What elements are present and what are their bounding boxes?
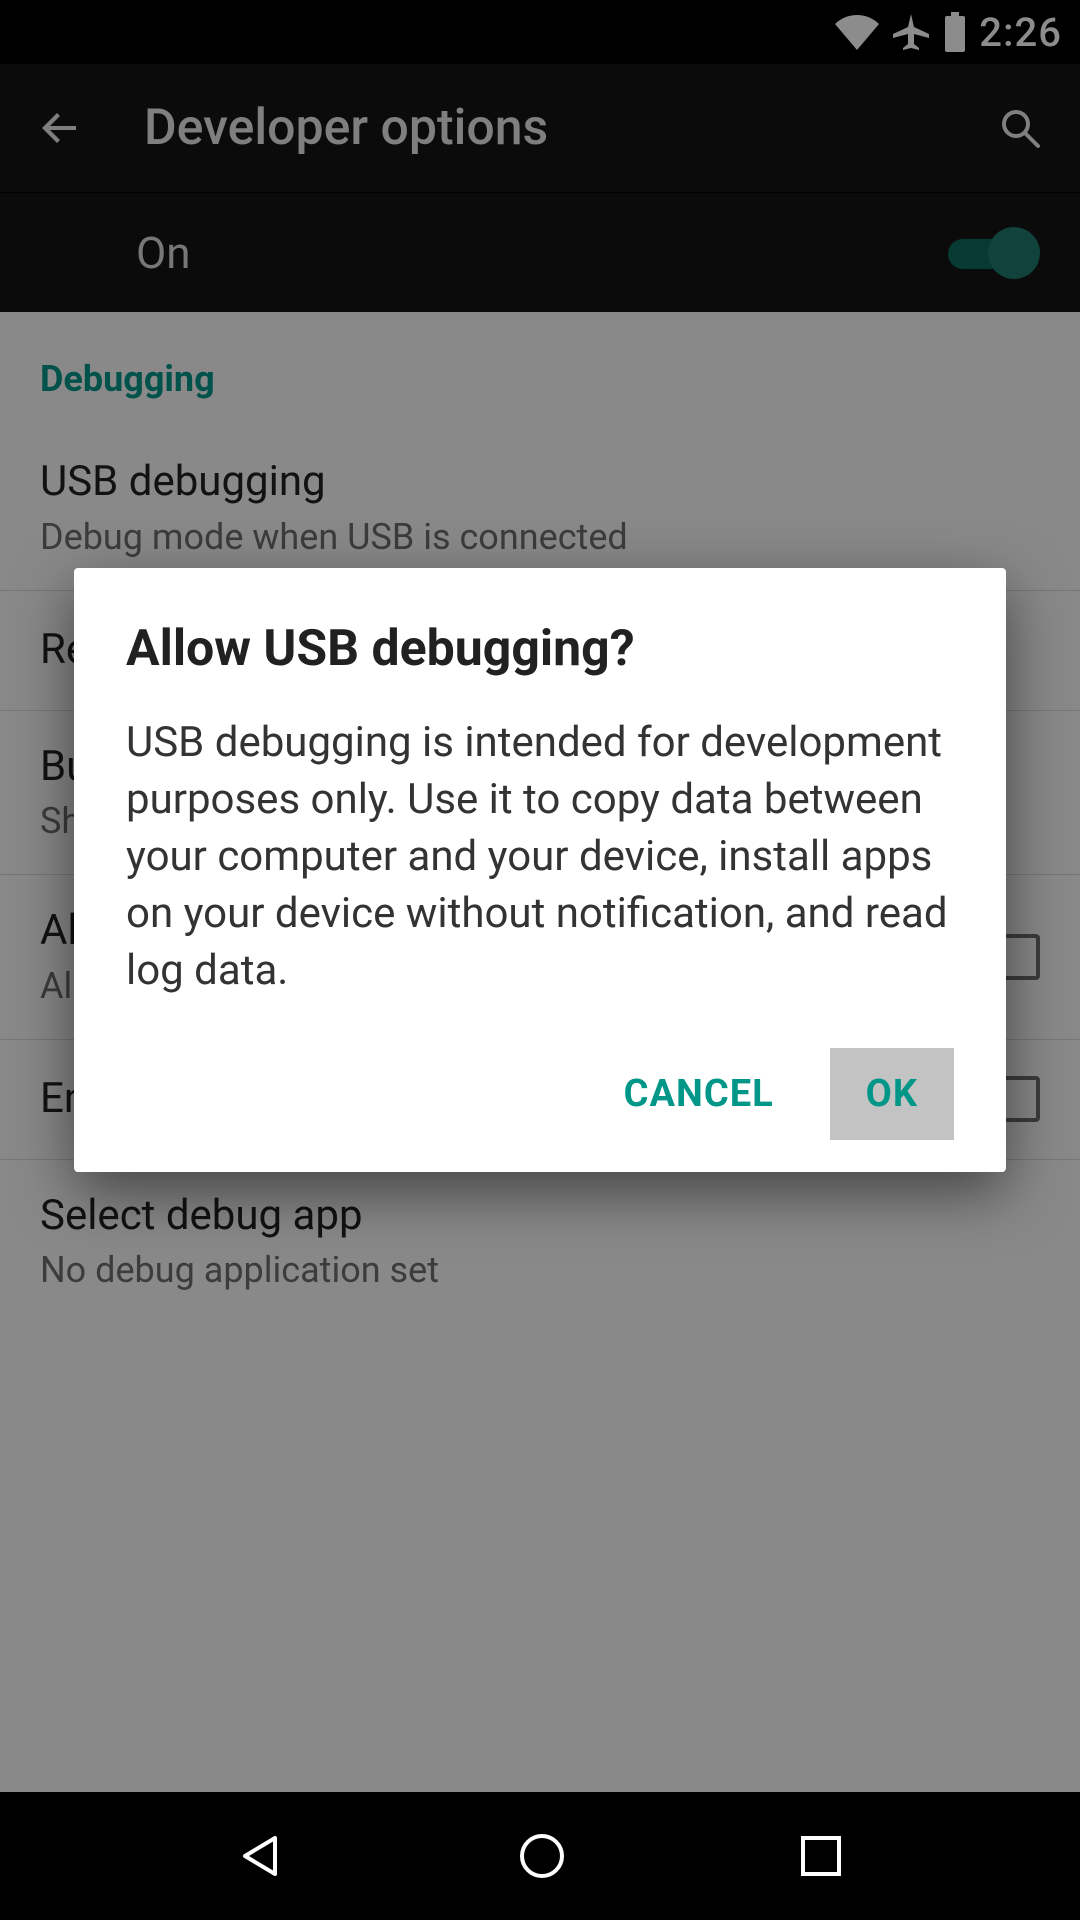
cancel-button[interactable]: CANCEL <box>588 1048 810 1140</box>
nav-recents-icon <box>797 1832 845 1880</box>
nav-recents-button[interactable] <box>797 1832 845 1880</box>
usb-debugging-dialog: Allow USB debugging? USB debugging is in… <box>74 568 1006 1172</box>
screen: 2:26 Developer options On Debugging USB … <box>0 0 1080 1920</box>
nav-back-button[interactable] <box>235 1830 287 1882</box>
navigation-bar <box>0 1792 1080 1920</box>
nav-home-button[interactable] <box>516 1830 568 1882</box>
nav-home-icon <box>516 1830 568 1882</box>
dialog-title: Allow USB debugging? <box>126 620 954 678</box>
dialog-actions: CANCEL OK <box>126 1048 954 1140</box>
dialog-body: USB debugging is intended for developmen… <box>126 714 954 1000</box>
nav-back-icon <box>235 1830 287 1882</box>
ok-button[interactable]: OK <box>830 1048 954 1140</box>
